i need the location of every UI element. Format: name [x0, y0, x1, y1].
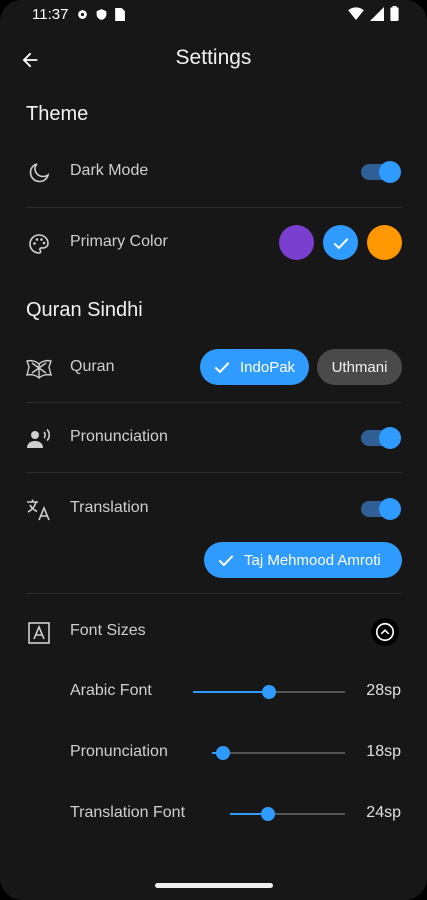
color-swatch-purple[interactable] [279, 225, 314, 260]
slider-row-arabic-font: Arabic Font 28sp [0, 672, 427, 712]
slider-value: 18sp [366, 743, 401, 760]
setting-row-primary-color: Primary Color [0, 217, 427, 269]
settings-screen: 11:37 Settings Theme Dark Mode Primary C… [0, 0, 427, 900]
setting-row-dark-mode[interactable]: Dark Mode [0, 146, 427, 198]
slider-thumb[interactable] [215, 746, 230, 760]
quran-label: Quran [70, 358, 115, 375]
divider [26, 472, 401, 473]
slider-row-translation-font: Translation Font 24sp [0, 794, 427, 834]
divider [26, 207, 401, 208]
pronunciation-label: Pronunciation [70, 428, 168, 445]
gesture-bar [155, 883, 273, 888]
chip-label: Taj Mehmood Amroti [244, 551, 381, 569]
section-title-theme: Theme [26, 103, 89, 125]
translation-font-slider[interactable] [230, 807, 345, 821]
section-title-quran-sindhi: Quran Sindhi [26, 299, 143, 321]
font-sizes-label: Font Sizes [70, 622, 146, 639]
translation-label: Translation [70, 499, 149, 516]
color-swatch-blue[interactable] [323, 225, 358, 260]
setting-row-translation[interactable]: Translation [0, 483, 427, 535]
slider-thumb[interactable] [262, 685, 276, 699]
palette-icon [26, 231, 52, 257]
slider-row-pronunciation: Pronunciation 18sp [0, 733, 427, 773]
setting-row-font-sizes[interactable]: Font Sizes [0, 606, 427, 658]
slider-label: Translation Font [70, 804, 186, 821]
chip-label: IndoPak [240, 358, 296, 376]
status-time: 11:37 [32, 6, 69, 23]
dark-mode-toggle[interactable] [361, 161, 401, 183]
translator-chip-taj-mehmood-amroti[interactable]: Taj Mehmood Amroti [204, 542, 402, 578]
translation-toggle[interactable] [361, 498, 401, 520]
chevron-up-icon [375, 622, 395, 642]
slider-value: 28sp [366, 682, 401, 699]
quran-option-indopak[interactable]: IndoPak [200, 349, 309, 385]
signal-icon [370, 6, 384, 26]
collapse-button[interactable] [371, 618, 399, 646]
moon-icon [26, 160, 52, 186]
settings-gear-icon [76, 8, 89, 26]
check-icon [333, 237, 348, 249]
divider [26, 402, 401, 403]
battery-icon [390, 6, 399, 26]
record-voice-icon [26, 426, 52, 452]
font-size-icon [26, 620, 52, 646]
pronunciation-toggle[interactable] [361, 427, 401, 449]
status-bar: 11:37 [0, 0, 427, 30]
color-swatch-orange[interactable] [367, 225, 402, 260]
pronunciation-font-slider[interactable] [212, 746, 345, 760]
translate-icon [26, 497, 52, 523]
check-icon [216, 550, 236, 570]
slider-label: Arabic Font [70, 682, 152, 699]
open-book-icon [26, 356, 52, 382]
check-icon [212, 357, 232, 377]
slider-label: Pronunciation [70, 743, 168, 760]
shield-icon [95, 8, 108, 26]
setting-row-pronunciation[interactable]: Pronunciation [0, 412, 427, 464]
dark-mode-label: Dark Mode [70, 162, 149, 179]
quran-option-uthmani[interactable]: Uthmani [317, 349, 402, 385]
primary-color-label: Primary Color [70, 233, 168, 250]
slider-thumb[interactable] [260, 807, 275, 821]
wifi-icon [348, 7, 364, 25]
page-title: Settings [175, 46, 252, 69]
setting-row-quran: Quran IndoPak Uthmani [0, 342, 427, 394]
divider [26, 593, 401, 594]
app-bar: Settings [0, 38, 427, 80]
slider-value: 24sp [366, 804, 401, 821]
arabic-font-slider[interactable] [193, 685, 345, 699]
sim-card-icon [114, 8, 125, 26]
chip-label: Uthmani [331, 358, 388, 376]
